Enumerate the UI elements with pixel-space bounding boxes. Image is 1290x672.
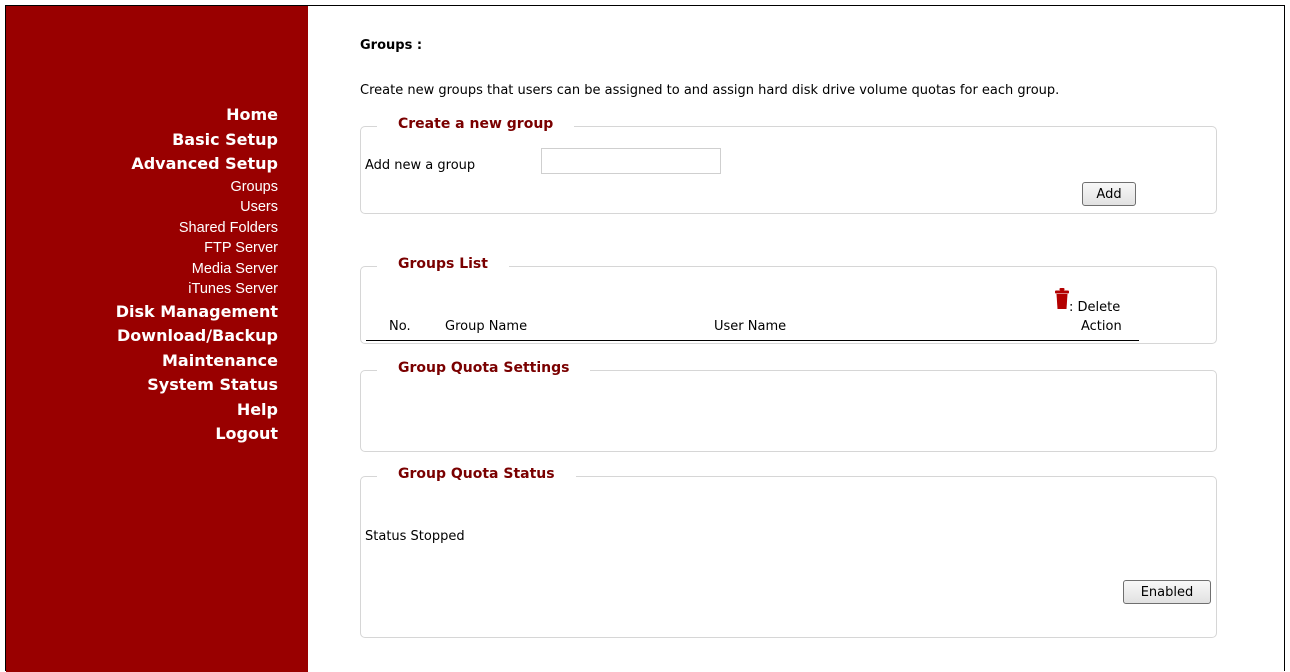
sidebar-nav: Home Basic Setup Advanced Setup Groups U… (116, 103, 278, 447)
nav-logout[interactable]: Logout (116, 422, 278, 447)
nav-help[interactable]: Help (116, 398, 278, 423)
col-group-name: Group Name (445, 319, 528, 334)
nav-home[interactable]: Home (116, 103, 278, 128)
quota-status-legend: Group Quota Status (377, 466, 576, 482)
nav-itunes-server[interactable]: iTunes Server (116, 279, 278, 300)
nav-system-status[interactable]: System Status (116, 373, 278, 398)
main-content: Groups : Create new groups that users ca… (308, 6, 1285, 672)
nav-groups[interactable]: Groups (116, 177, 278, 198)
nav-ftp-server[interactable]: FTP Server (116, 238, 278, 259)
create-group-legend: Create a new group (377, 116, 575, 132)
enable-quota-button[interactable]: Enabled (1123, 580, 1211, 604)
nav-download-backup[interactable]: Download/Backup (116, 324, 278, 349)
add-button[interactable]: Add (1082, 182, 1136, 206)
groups-list-section: Groups List : Delete No. Group Name User… (360, 256, 1217, 344)
col-no: No. (389, 319, 411, 334)
nav-disk-management[interactable]: Disk Management (116, 300, 278, 325)
nav-basic-setup[interactable]: Basic Setup (116, 128, 278, 153)
create-group-section: Create a new group Add new a group Add (360, 116, 1217, 214)
sidebar: Home Basic Setup Advanced Setup Groups U… (6, 6, 308, 672)
quota-status-text: Status Stopped (365, 529, 465, 544)
page-description: Create new groups that users can be assi… (360, 83, 1060, 98)
quota-settings-legend: Group Quota Settings (377, 360, 591, 376)
col-user-name: User Name (714, 319, 787, 334)
nav-users[interactable]: Users (116, 197, 278, 218)
groups-list-legend: Groups List (377, 256, 509, 272)
nav-shared-folders[interactable]: Shared Folders (116, 218, 278, 239)
col-action: Action (1081, 319, 1122, 334)
table-header-divider (366, 340, 1139, 341)
delete-label: : Delete (1069, 300, 1121, 315)
add-group-label: Add new a group (365, 158, 476, 173)
quota-settings-section: Group Quota Settings (360, 360, 1217, 452)
trash-icon (1055, 288, 1069, 309)
page-title: Groups : (360, 38, 423, 53)
nav-advanced-setup[interactable]: Advanced Setup (116, 152, 278, 177)
group-name-input[interactable] (541, 148, 721, 174)
nav-maintenance[interactable]: Maintenance (116, 349, 278, 374)
quota-status-section: Group Quota Status Status Stopped Enable… (360, 466, 1217, 638)
app-frame: Home Basic Setup Advanced Setup Groups U… (5, 5, 1285, 672)
nav-media-server[interactable]: Media Server (116, 259, 278, 280)
